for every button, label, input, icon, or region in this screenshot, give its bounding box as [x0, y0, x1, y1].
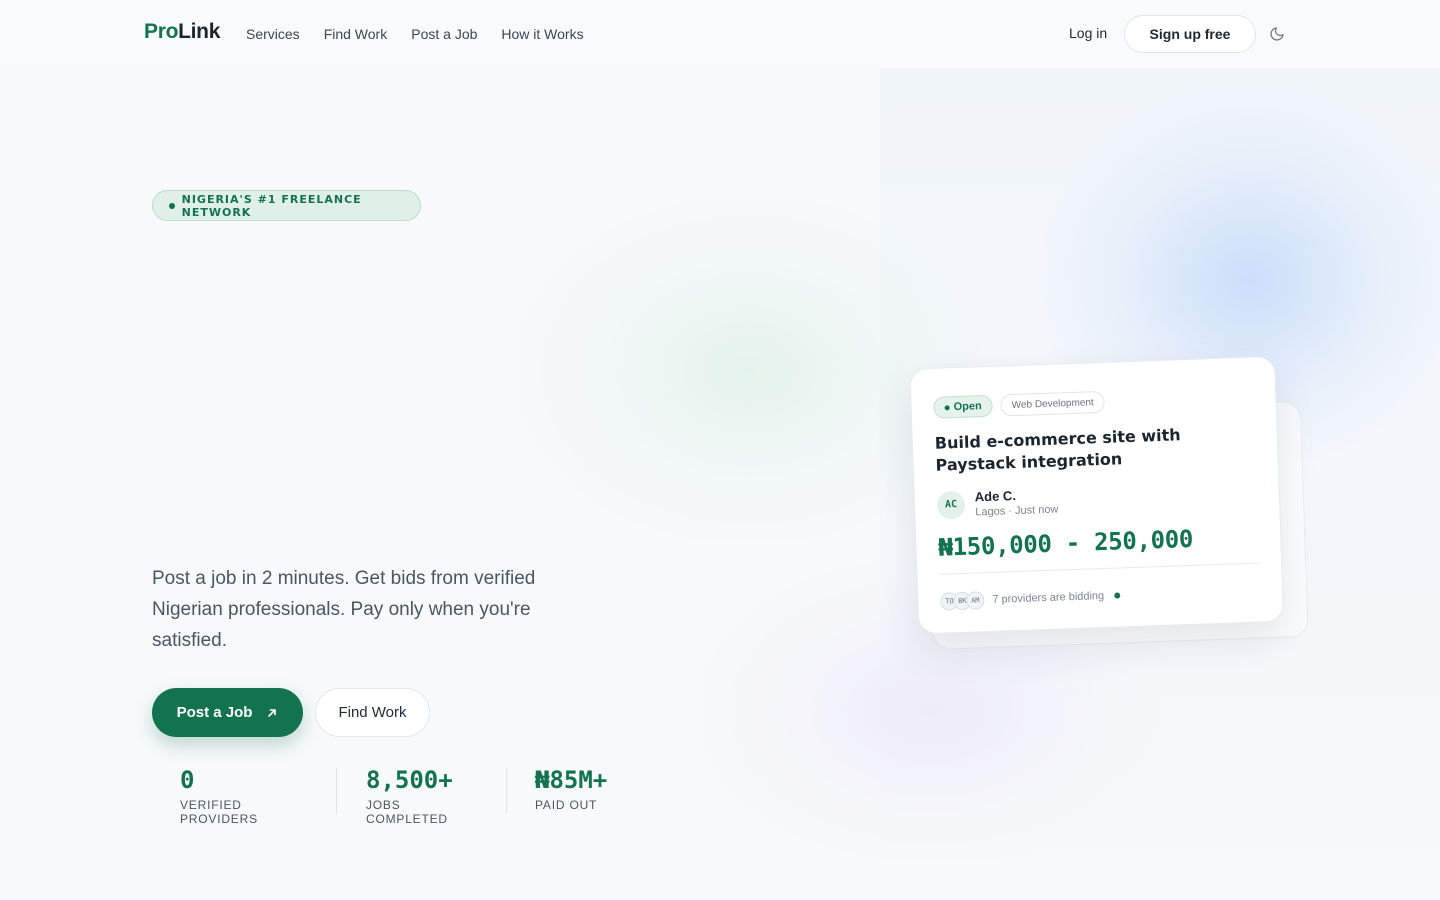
bidder-avatar: AM: [966, 591, 985, 610]
live-indicator: [1114, 592, 1121, 599]
status-dot: [944, 404, 950, 410]
stat-paid-out: ₦85M+ PAID OUT: [535, 766, 607, 812]
stat-divider: [506, 768, 507, 814]
avatar: AC: [936, 490, 966, 520]
logo[interactable]: ProLink: [144, 20, 220, 44]
stat-label: VERIFIED PROVIDERS: [180, 798, 258, 826]
arrow-up-right-icon: [268, 708, 277, 717]
card-divider: [939, 562, 1262, 575]
status-badge: Open: [933, 394, 994, 419]
moon-icon: [1270, 27, 1284, 41]
post-a-job-button[interactable]: Post a Job: [152, 688, 303, 737]
stat-value: ₦85M+: [535, 766, 608, 794]
top-navbar: ProLink Services Find Work Post a Job Ho…: [0, 0, 1440, 68]
nav-link-how-it-works[interactable]: How it Works: [501, 26, 583, 42]
login-link[interactable]: Log in: [1069, 25, 1107, 41]
signup-button[interactable]: Sign up free: [1124, 15, 1256, 53]
job-budget: ₦150,000 - 250,000: [938, 524, 1194, 562]
nav-link-find-work[interactable]: Find Work: [324, 26, 388, 42]
status-label: Open: [953, 400, 982, 414]
logo-link: Link: [178, 20, 221, 43]
job-tags: Open Web Development: [933, 386, 1256, 419]
nav-link-services[interactable]: Services: [246, 26, 300, 42]
category-badge: Web Development: [1000, 390, 1106, 417]
job-card-preview: Open Web Development Build e-commerce si…: [909, 355, 1309, 650]
stat-verified-providers: 0 VERIFIED PROVIDERS: [180, 766, 258, 826]
post-a-job-label: Post a Job: [176, 704, 253, 721]
bidding-status: 7 providers are bidding: [992, 589, 1105, 606]
job-card[interactable]: Open Web Development Build e-commerce si…: [909, 355, 1285, 635]
poster-meta: Lagos · Just now: [975, 503, 1059, 519]
logo-pro: Pro: [144, 20, 179, 43]
hero-badge: NIGERIA'S #1 FREELANCE NETWORK: [152, 190, 421, 221]
nav-links: Services Find Work Post a Job How it Wor…: [246, 26, 584, 42]
job-title: Build e-commerce site with Paystack inte…: [934, 425, 1181, 475]
stat-label: JOBS COMPLETED: [366, 798, 448, 826]
stat-label: PAID OUT: [535, 798, 598, 812]
bidder-avatars: TO BK AM: [940, 591, 985, 611]
stat-value: 0: [180, 766, 195, 794]
theme-toggle[interactable]: [1267, 24, 1287, 44]
find-work-button[interactable]: Find Work: [315, 688, 430, 737]
hero-description: Post a job in 2 minutes. Get bids from v…: [152, 568, 536, 651]
badge-dot: [169, 202, 175, 209]
stat-jobs-completed: 8,500+ JOBS COMPLETED: [366, 766, 453, 826]
stat-value: 8,500+: [366, 766, 453, 794]
stat-divider: [336, 768, 337, 814]
job-poster: AC Ade C. Lagos · Just now: [936, 480, 1260, 520]
badge-label: NIGERIA'S #1 FREELANCE NETWORK: [181, 192, 362, 219]
bidders-row: TO BK AM 7 providers are bidding: [940, 581, 1262, 611]
poster-name: Ade C.: [974, 488, 1017, 505]
nav-link-post-a-job[interactable]: Post a Job: [411, 26, 477, 42]
